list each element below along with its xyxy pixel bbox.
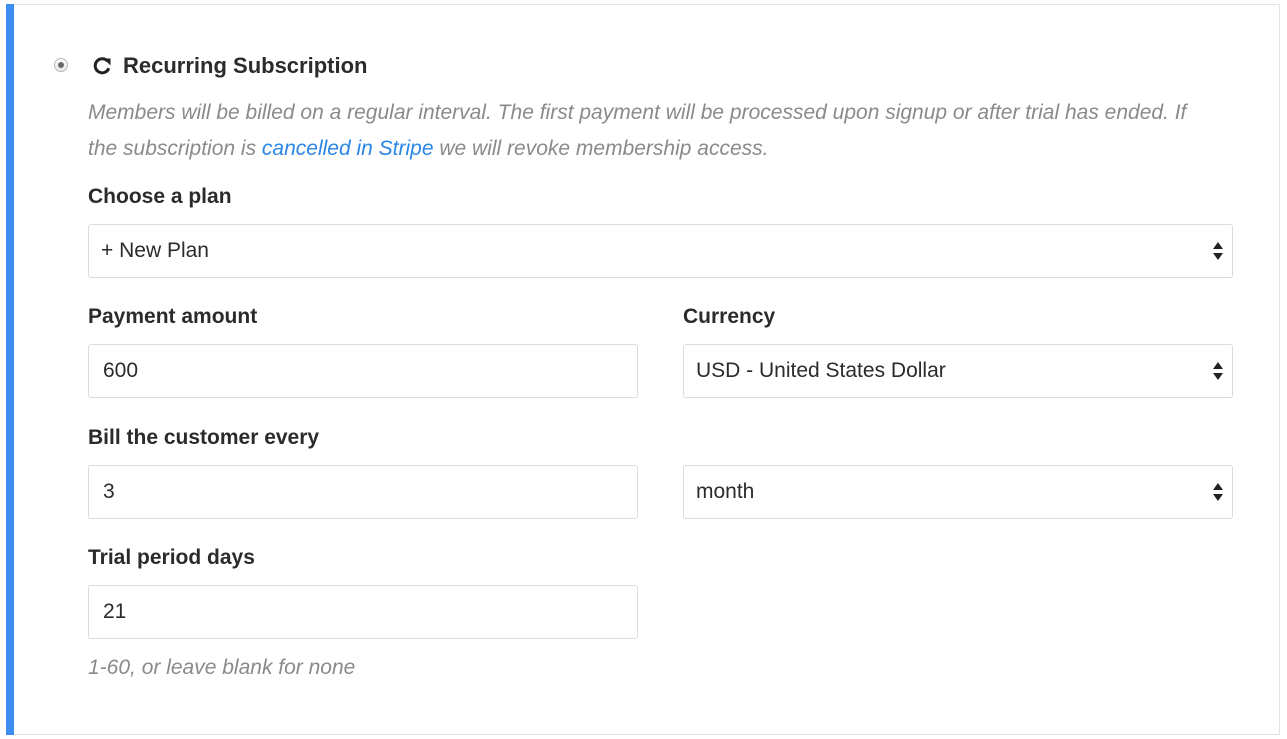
select-arrows-icon (1213, 242, 1223, 260)
currency-select-value: USD - United States Dollar (696, 359, 946, 382)
plan-select-value: + New Plan (101, 239, 209, 262)
trial-period-label: Trial period days (88, 546, 255, 569)
option-title: Recurring Subscription (123, 53, 368, 78)
plan-select[interactable]: + New Plan (88, 224, 1233, 278)
cancelled-in-stripe-link[interactable]: cancelled in Stripe (262, 137, 434, 160)
payment-amount-input[interactable]: 600 (88, 344, 638, 398)
trial-period-help-text: 1-60, or leave blank for none (88, 656, 356, 679)
billing-interval-value: month (696, 480, 755, 503)
choose-plan-label: Choose a plan (88, 185, 232, 208)
bill-every-label: Bill the customer every (88, 426, 320, 449)
payment-amount-value: 600 (103, 359, 139, 382)
select-arrows-icon (1213, 483, 1223, 501)
select-arrows-icon (1213, 362, 1223, 380)
refresh-icon (93, 57, 111, 75)
billing-count-input[interactable]: 3 (88, 465, 638, 519)
billing-interval-select[interactable]: month (683, 465, 1233, 519)
description-text-end: we will revoke membership access. (433, 137, 769, 160)
selected-accent-bar (6, 4, 14, 735)
trial-period-input[interactable]: 21 (88, 585, 638, 639)
billing-count-value: 3 (103, 480, 115, 503)
payment-amount-label: Payment amount (88, 305, 258, 328)
currency-select[interactable]: USD - United States Dollar (683, 344, 1233, 398)
recurring-subscription-radio[interactable] (54, 58, 68, 72)
trial-period-value: 21 (103, 600, 127, 623)
currency-label: Currency (683, 305, 776, 328)
option-description: Members will be billed on a regular inte… (88, 95, 1208, 167)
